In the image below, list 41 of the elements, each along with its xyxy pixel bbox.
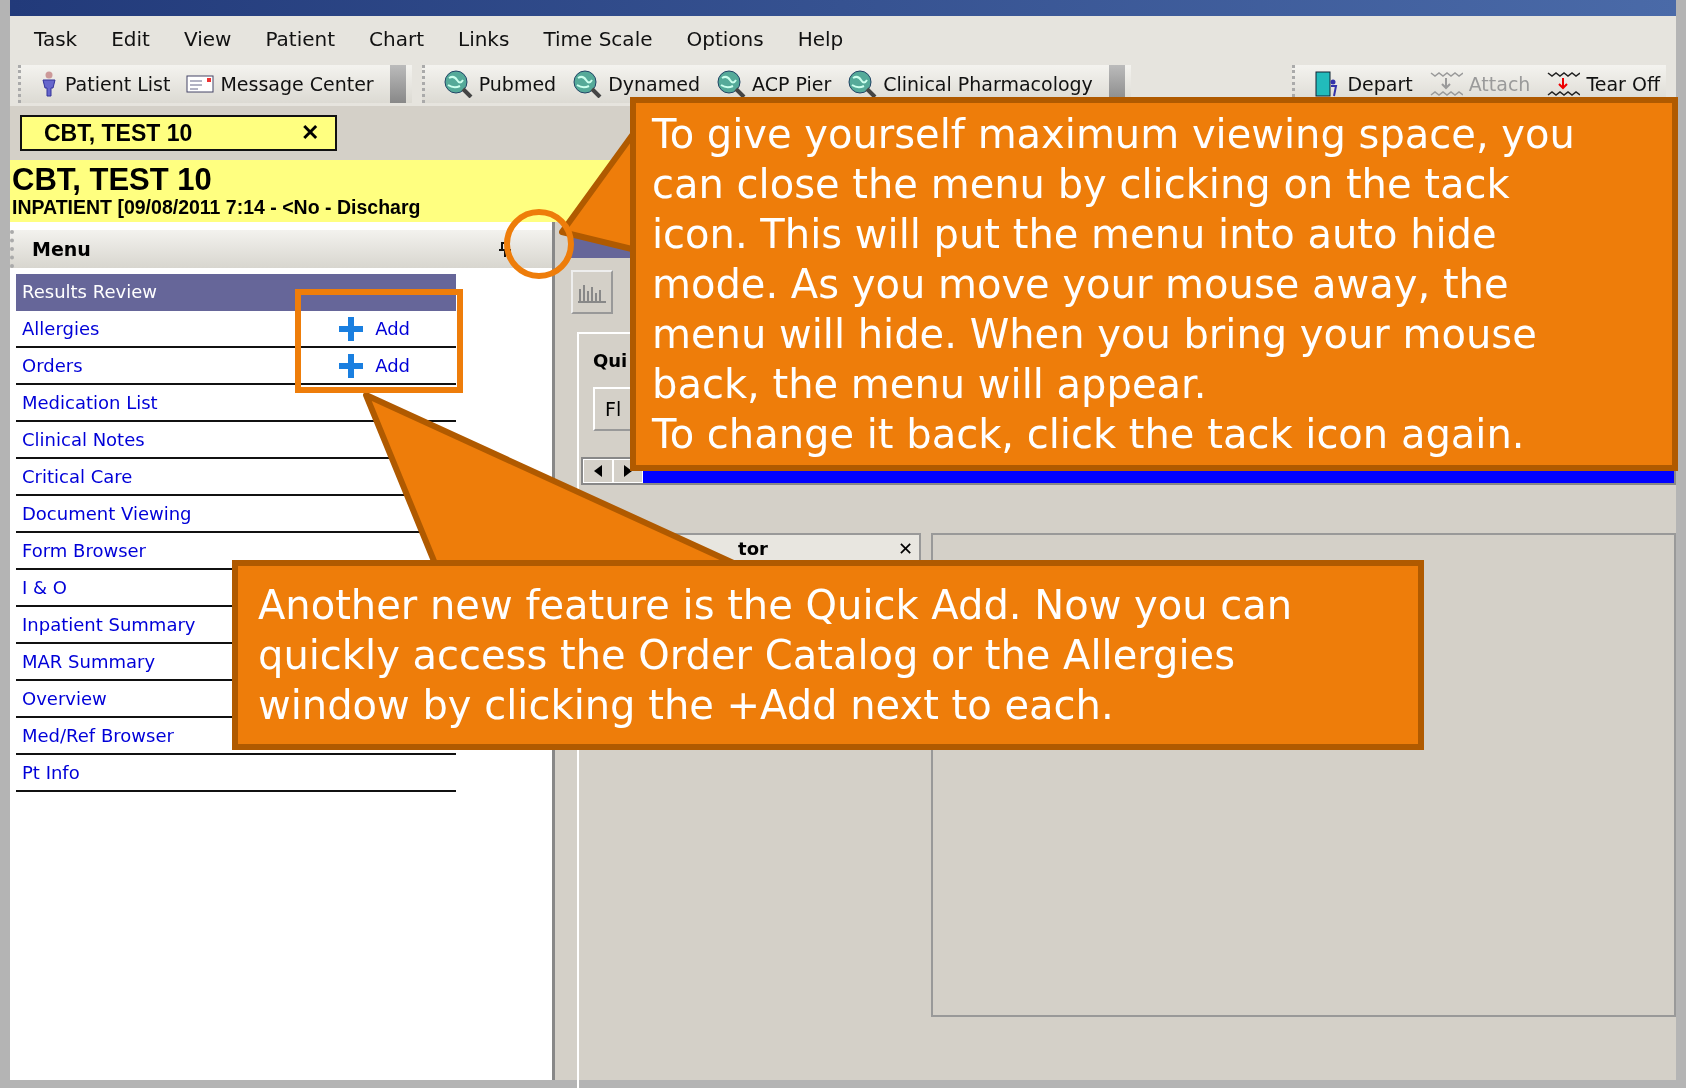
- close-icon[interactable]: ✕: [897, 537, 913, 559]
- callout-text: To give yourself maximum viewing space, you can close the menu by clicking on the tack icon. This will put the menu into auto hide mode. As you move your mouse away, the menu will hide. When you bring your mouse back, the menu will appear.: [652, 110, 1576, 409]
- menu-list-item[interactable]: Orders Add: [16, 348, 456, 385]
- menu-item[interactable]: Task: [34, 27, 78, 51]
- quick-add-link[interactable]: Add: [339, 316, 410, 341]
- menu-item[interactable]: Patient: [265, 27, 335, 51]
- toolbar-button[interactable]: Patient List: [39, 71, 171, 97]
- menu-item[interactable]: View: [183, 27, 232, 51]
- left-arrow-icon[interactable]: [594, 465, 602, 477]
- callout-text: To change it back, click the tack icon again.: [652, 410, 1526, 459]
- menu-item[interactable]: Edit: [111, 27, 150, 51]
- right-arrow-icon[interactable]: [624, 465, 632, 477]
- callout-text: Another new feature is the Quick Add. Now you can quickly access the Order Catalog or the Allergies window by clicking the +Add next to each.: [258, 581, 1294, 730]
- highlight-ring: [504, 209, 574, 279]
- toolbar-button[interactable]: [571, 270, 613, 314]
- menu-item[interactable]: Options: [686, 27, 764, 51]
- person-icon: [39, 71, 59, 97]
- menu-item[interactable]: Help: [797, 27, 844, 51]
- plus-icon: [339, 316, 364, 341]
- envelope-icon: [186, 75, 215, 93]
- menu-item[interactable]: Links: [458, 27, 510, 51]
- menu-list-item[interactable]: Pt Info: [16, 755, 456, 792]
- patient-name: CBT, TEST 10: [12, 164, 212, 196]
- globe-magnifier-icon: [442, 70, 473, 98]
- patient-tab[interactable]: CBT, TEST 10 ✕: [20, 115, 337, 151]
- encounter-info: INPATIENT [09/08/2011 7:14 - <No - Discharg: [12, 196, 421, 218]
- toolbar-button[interactable]: Dynamed: [572, 70, 700, 98]
- menu-item[interactable]: Chart: [369, 27, 424, 51]
- close-icon[interactable]: ✕: [301, 120, 319, 146]
- menu-list-item[interactable]: Results Review: [16, 274, 456, 311]
- tab-label[interactable]: Qui: [593, 350, 628, 371]
- plus-icon: [339, 353, 364, 378]
- toolbar-button[interactable]: Message Center: [186, 73, 374, 95]
- menu-title: Menu: [32, 238, 91, 260]
- globe-magnifier-icon: [572, 70, 603, 98]
- quick-add-link[interactable]: Add: [339, 353, 410, 378]
- menu-item[interactable]: Time Scale: [543, 27, 653, 51]
- toolbar-chevron[interactable]: [389, 65, 406, 103]
- menu-list-item[interactable]: Allergies Add: [16, 311, 456, 348]
- toolbar-button[interactable]: Pubmed: [442, 70, 557, 98]
- panel-title: tor: [738, 537, 768, 559]
